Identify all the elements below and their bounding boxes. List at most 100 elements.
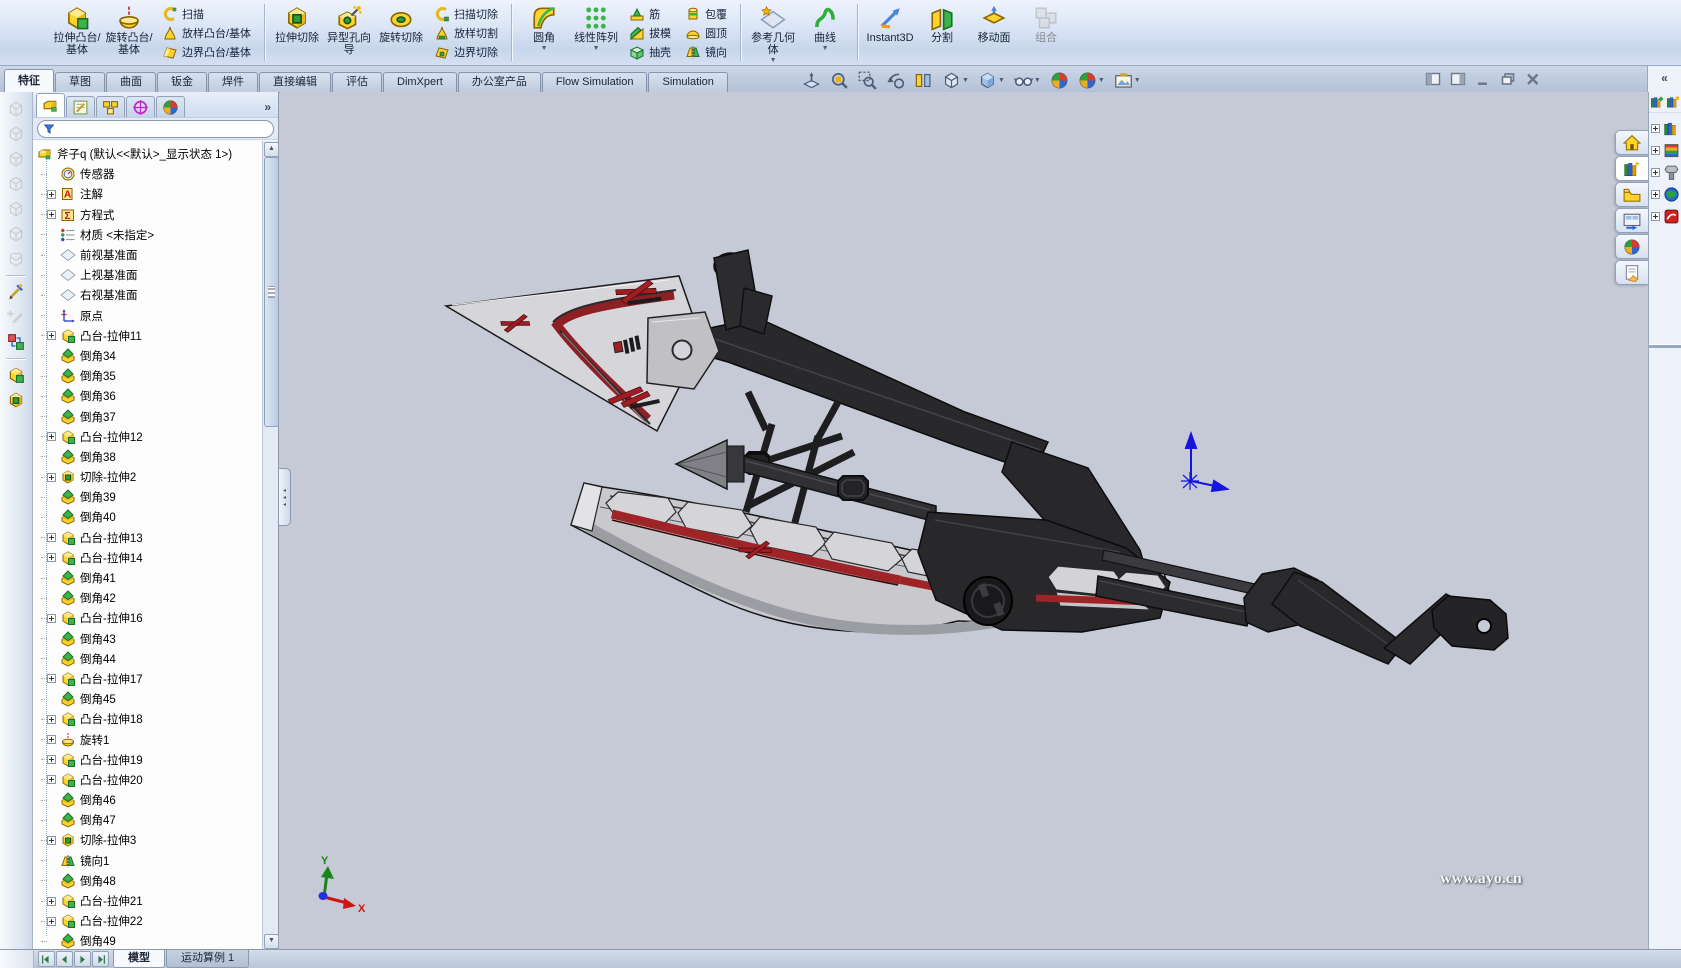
move-face-button[interactable]: 移动面 <box>968 1 1020 64</box>
library-add-button[interactable] <box>1650 95 1664 109</box>
task-pane-collapse-button[interactable]: « <box>1647 66 1681 92</box>
hide-show-items-button[interactable]: ▼ <box>1012 69 1043 92</box>
dropdown-arrow-icon[interactable]: ▼ <box>541 45 548 52</box>
hole-wizard-button[interactable]: 异型孔向导 <box>323 1 375 64</box>
tree-item[interactable]: 凸台-拉伸14 <box>33 548 263 568</box>
nav-prev-button[interactable] <box>56 951 73 967</box>
nav-last-button[interactable] <box>92 951 109 967</box>
tree-item[interactable]: 凸台-拉伸17 <box>33 669 263 689</box>
expand-toggle[interactable] <box>47 473 56 482</box>
scrollbar-thumb[interactable] <box>264 157 279 427</box>
section-view-button[interactable] <box>912 69 935 92</box>
tree-item[interactable]: 斧子q (默认<<默认>_显示状态 1>) <box>33 144 263 164</box>
pane-left-button[interactable] <box>1424 71 1442 87</box>
tree-item[interactable]: 传感器 <box>33 164 263 184</box>
boundary-cut-button[interactable]: 边界切除 <box>430 42 502 61</box>
tab-sheet-metal[interactable]: 钣金 <box>157 72 207 92</box>
boss-extrude-button[interactable]: 拉伸凸台/基体 <box>51 1 103 64</box>
tree-item[interactable]: 材质 <未指定> <box>33 225 263 245</box>
nav-next-button[interactable] <box>74 951 91 967</box>
display-style-button[interactable]: ▼ <box>976 69 1007 92</box>
tree-item[interactable]: 倒角41 <box>33 568 263 588</box>
shell-button[interactable]: 抽壳 <box>625 42 675 61</box>
expand-toggle[interactable] <box>47 836 56 845</box>
nav-first-button[interactable] <box>38 951 55 967</box>
library-sparkle-button[interactable] <box>1666 95 1680 109</box>
dropdown-arrow-icon[interactable]: ▼ <box>1098 77 1105 84</box>
manager-tab-dimxpertmanager[interactable] <box>126 96 155 117</box>
expand-toggle[interactable] <box>47 735 56 744</box>
manager-tab-featuremanager[interactable] <box>36 93 65 117</box>
zoom-to-area-button[interactable] <box>856 69 879 92</box>
rib-button[interactable]: 筋 <box>625 4 675 23</box>
tab-simulation[interactable]: Simulation <box>648 72 727 92</box>
expand-toggle[interactable] <box>47 715 56 724</box>
graphics-viewport[interactable]: Y X www.ayo.cn <box>280 92 1648 950</box>
tree-item[interactable]: 倒角35 <box>33 366 263 386</box>
expand-toggle[interactable] <box>47 614 56 623</box>
tab-features[interactable]: 特征 <box>4 69 54 92</box>
expand-toggle[interactable] <box>47 775 56 784</box>
view-orientation-button[interactable]: ▼ <box>940 69 971 92</box>
edit-sketch-button[interactable] <box>7 283 25 301</box>
zoom-to-fit-button[interactable] <box>828 69 851 92</box>
expand-toggle[interactable] <box>1651 146 1660 155</box>
tree-item[interactable]: 倒角46 <box>33 790 263 810</box>
library-tree-item[interactable] <box>1649 205 1681 227</box>
reference-geometry-button[interactable]: 参考几何体▼ <box>747 1 799 64</box>
3d-model-axe[interactable]: Y X <box>280 92 1648 950</box>
expand-toggle[interactable] <box>1651 124 1660 133</box>
tree-item[interactable]: 倒角37 <box>33 406 263 426</box>
task-pane-tab-design-library[interactable] <box>1615 156 1648 181</box>
feature-tree-scrollbar[interactable]: ▲ ▼ <box>262 141 278 950</box>
mirror-button[interactable]: 镜向 <box>681 42 731 61</box>
study-tab-model[interactable]: 模型 <box>113 950 165 968</box>
task-pane-tab-home[interactable] <box>1615 130 1648 155</box>
expand-toggle[interactable] <box>47 432 56 441</box>
normal-to-button[interactable] <box>800 69 823 92</box>
tree-item[interactable]: 倒角47 <box>33 810 263 830</box>
fillet-button[interactable]: 圆角▼ <box>518 1 570 64</box>
dropdown-arrow-icon[interactable]: ▼ <box>770 57 777 64</box>
tree-item[interactable]: Σ方程式 <box>33 205 263 225</box>
tab-evaluate[interactable]: 评估 <box>332 72 382 92</box>
tree-item[interactable]: 凸台-拉伸20 <box>33 770 263 790</box>
tab-office-products[interactable]: 办公室产品 <box>458 72 541 92</box>
manager-tab-configurationmanager[interactable] <box>96 96 125 117</box>
task-pane-divider[interactable] <box>1649 344 1681 348</box>
instant3d-button[interactable]: Instant3D <box>864 1 916 64</box>
tree-item[interactable]: 凸台-拉伸19 <box>33 750 263 770</box>
linear-pattern-button[interactable]: 线性阵列▼ <box>570 1 622 64</box>
minimize-button[interactable] <box>1474 71 1492 87</box>
dropdown-arrow-icon[interactable]: ▼ <box>962 77 969 84</box>
tree-item[interactable]: 切除-拉伸3 <box>33 830 263 850</box>
tab-sketch[interactable]: 草图 <box>55 72 105 92</box>
panel-collapse-handle[interactable]: ◂◂◂ <box>279 468 291 526</box>
loft-button[interactable]: 放样凸台/基体 <box>158 23 255 42</box>
expand-toggle[interactable] <box>47 331 56 340</box>
feature-filter-box[interactable] <box>37 120 274 138</box>
pane-right-button[interactable] <box>1449 71 1467 87</box>
expand-toggle[interactable] <box>47 755 56 764</box>
previous-view-button[interactable] <box>884 69 907 92</box>
tree-item[interactable]: 倒角49 <box>33 931 263 950</box>
tab-dimxpert[interactable]: DimXpert <box>383 72 457 92</box>
task-pane-tab-file-explorer[interactable] <box>1615 182 1648 207</box>
manager-tab-displaymanager[interactable] <box>156 96 185 117</box>
tree-item[interactable]: 凸台-拉伸12 <box>33 427 263 447</box>
tree-item[interactable]: 凸台-拉伸16 <box>33 608 263 628</box>
tree-item[interactable]: A注解 <box>33 184 263 204</box>
tree-item[interactable]: 倒角42 <box>33 588 263 608</box>
tree-item[interactable]: 旋转1 <box>33 729 263 749</box>
manager-tab-propertymanager[interactable] <box>66 96 95 117</box>
expand-toggle[interactable] <box>1651 168 1660 177</box>
feature-filter-input[interactable] <box>59 122 268 136</box>
tree-item[interactable]: 前视基准面 <box>33 245 263 265</box>
expand-toggle[interactable] <box>47 674 56 683</box>
tab-weldments[interactable]: 焊件 <box>208 72 258 92</box>
close-button[interactable] <box>1524 71 1542 87</box>
expand-toggle[interactable] <box>1651 190 1660 199</box>
curves-button[interactable]: 曲线▼ <box>799 1 851 64</box>
expand-toggle[interactable] <box>47 210 56 219</box>
library-tree-item[interactable] <box>1649 161 1681 183</box>
